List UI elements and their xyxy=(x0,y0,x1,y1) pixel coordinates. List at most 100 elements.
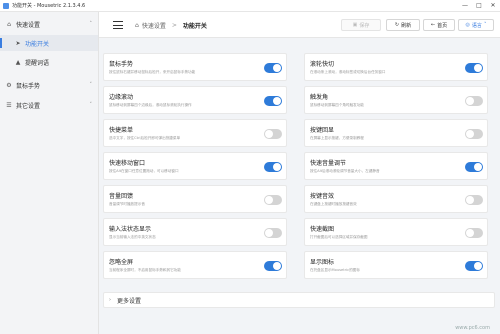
toggle-knob xyxy=(466,229,474,237)
toggle-switch[interactable] xyxy=(465,129,483,139)
toggle-knob xyxy=(466,196,474,204)
toggle-switch[interactable] xyxy=(465,162,483,172)
warning-icon: ▲ xyxy=(15,58,21,66)
window-controls: — □ ✕ xyxy=(458,0,500,12)
save-icon: ▣ xyxy=(352,22,358,28)
sliders-icon: ☰ xyxy=(6,101,12,109)
toggle-knob xyxy=(273,262,281,270)
toggle-description: 按住鼠标右键并移动鼠标后松开，来开启鼠标手势功能 xyxy=(109,70,196,74)
toggle-title: 忽略全屏 xyxy=(109,259,134,266)
toggle-knob xyxy=(466,97,474,105)
refresh-button[interactable]: ↻ 刷新 xyxy=(386,19,420,31)
minimize-button[interactable]: — xyxy=(458,0,472,12)
sidebar-item-reminder-words[interactable]: ▲ 提醒词语 xyxy=(0,54,98,70)
language-label: 语言 xyxy=(471,22,482,29)
toolbar: ⌂ 快速设置 > 功能开关 ▣ 保存 ↻ 刷新 ← 首页 ◎ 语言 ˅ xyxy=(99,12,500,38)
sidebar: ⌂ 快速设置 ˄ ➤ 功能开关 ▲ 提醒词语 ⚙ 鼠标手势 ˅ ☰ 其它设置 ˅ xyxy=(0,12,99,334)
sidebar-item-label: 快速设置 xyxy=(16,21,41,29)
toggle-switch[interactable] xyxy=(264,96,282,106)
home-icon[interactable]: ⌂ xyxy=(135,22,139,29)
window-title: 功能开关 - Mousetric 2.1.3.4.6 xyxy=(12,3,86,9)
toggle-card-volume-adjust: 快速音量调节 按住Alt后滚动滚轮调节音量大小，左键静音 xyxy=(304,152,488,180)
chevron-down-icon: ˅ xyxy=(89,82,93,88)
sidebar-item-label: 功能开关 xyxy=(25,40,50,48)
toggle-knob xyxy=(273,163,281,171)
chevron-right-icon: › xyxy=(109,297,111,303)
close-button[interactable]: ✕ xyxy=(486,0,500,12)
toggle-switch[interactable] xyxy=(264,63,282,73)
toggle-card-ime-status: 输入法状态显示 显示当前输入法的中英文状态 xyxy=(103,218,287,246)
breadcrumb-separator: > xyxy=(171,21,177,29)
toggle-card-ignore-fullscreen: 忽略全屏 当前程序全屏时，不启用鼠标手势和其它功能 xyxy=(103,251,287,279)
toggle-title: 快速音量调节 xyxy=(310,160,347,167)
toggle-title: 快速截图 xyxy=(310,226,335,233)
send-icon: ➤ xyxy=(15,39,21,47)
toggle-knob xyxy=(474,64,482,72)
toggle-card-quick-screenshot: 快速截图 打开截图后可以选择区域并保存截图 xyxy=(304,218,488,246)
menu-icon[interactable] xyxy=(113,21,123,29)
toggle-title: 输入法状态显示 xyxy=(109,226,152,233)
maximize-button[interactable]: □ xyxy=(472,0,486,12)
toggle-switch[interactable] xyxy=(465,96,483,106)
toggle-switch[interactable] xyxy=(264,195,282,205)
home-icon: ⌂ xyxy=(7,20,11,28)
language-dropdown[interactable]: ◎ 语言 ˅ xyxy=(458,19,494,31)
toggle-card-move-window: 快速移动窗口 按住Alt在窗口任意位置拖动，可以移动窗口 xyxy=(103,152,287,180)
toggle-title: 触发角 xyxy=(310,94,329,101)
watermark: www.pc6.com xyxy=(455,325,490,331)
toggle-knob xyxy=(265,196,273,204)
chevron-up-icon: ˄ xyxy=(89,21,93,27)
toggle-title: 快捷菜单 xyxy=(109,127,134,134)
toggle-title: 按键音效 xyxy=(310,193,335,200)
toggle-card-show-icon: 显示图标 在托盘区显示Mousetric的图标 xyxy=(304,251,488,279)
more-settings-row[interactable]: › 更多设置 xyxy=(103,292,495,308)
title-bar: 功能开关 - Mousetric 2.1.3.4.6 — □ ✕ xyxy=(0,0,500,12)
toggle-card-quick-menu: 快捷菜单 选中文字，按住Ctrl后松开即可弹出快捷菜单 xyxy=(103,119,287,147)
toggle-switch[interactable] xyxy=(465,63,483,73)
save-label: 保存 xyxy=(359,22,370,29)
chevron-down-icon: ˅ xyxy=(89,102,93,108)
toggle-description: 打开截图后可以选择区域并保存截图 xyxy=(310,235,368,239)
toggle-knob xyxy=(474,262,482,270)
toggle-card-key-echo: 按键回显 在屏幕上显示按键，方便录制教程 xyxy=(304,119,488,147)
toggle-title: 边缘滚动 xyxy=(109,94,134,101)
toggle-description: 鼠标移动到屏幕四个角时触发功能 xyxy=(310,103,364,107)
toggle-switch[interactable] xyxy=(264,129,282,139)
save-button[interactable]: ▣ 保存 xyxy=(341,19,381,31)
toggle-card-wheel-switch: 滚轮快切 在滚动条上滚动，滚动标签或切换后台任务窗口 xyxy=(304,53,488,81)
toggle-knob xyxy=(273,97,281,105)
toggle-card-volume-feedback: 音量回馈 音量调节时播放提示音 xyxy=(103,185,287,213)
toggle-switch[interactable] xyxy=(465,195,483,205)
toggle-title: 鼠标手势 xyxy=(109,61,134,68)
breadcrumb-parent[interactable]: 快速设置 xyxy=(142,21,166,30)
toggle-knob xyxy=(273,64,281,72)
toggle-switch[interactable] xyxy=(264,228,282,238)
sidebar-item-quick-settings[interactable]: ⌂ 快速设置 ˄ xyxy=(0,16,98,32)
toggle-switch[interactable] xyxy=(264,261,282,271)
toggle-description: 按住Alt在窗口任意位置拖动，可以移动窗口 xyxy=(109,169,179,173)
sidebar-item-label: 其它设置 xyxy=(16,102,41,110)
toggle-knob xyxy=(474,163,482,171)
gear-icon: ⚙ xyxy=(6,81,12,89)
home-label: 首页 xyxy=(437,22,448,29)
toggle-card-edge-scroll: 边缘滚动 鼠标移动到屏幕四个边缘后，滚动鼠标滚轮执行操作 xyxy=(103,86,287,114)
refresh-icon: ↻ xyxy=(394,22,400,28)
toggle-switch[interactable] xyxy=(264,162,282,172)
globe-icon: ◎ xyxy=(465,22,470,28)
sidebar-item-mouse-gesture[interactable]: ⚙ 鼠标手势 ˅ xyxy=(0,77,98,93)
toggle-title: 滚轮快切 xyxy=(310,61,335,68)
toggle-description: 显示当前输入法的中英文状态 xyxy=(109,235,156,239)
breadcrumb-current: 功能开关 xyxy=(182,22,207,30)
sidebar-item-feature-switch[interactable]: ➤ 功能开关 xyxy=(0,35,98,51)
home-button[interactable]: ← 首页 xyxy=(423,19,455,31)
toggle-description: 在屏幕上显示按键，方便录制教程 xyxy=(310,136,364,140)
arrow-left-icon: ← xyxy=(430,22,436,28)
toggle-card-key-sound: 按键音效 在键盘上按键时播放按键音效 xyxy=(304,185,488,213)
toggle-switch[interactable] xyxy=(465,228,483,238)
toggle-knob xyxy=(265,130,273,138)
toggle-description: 鼠标移动到屏幕四个边缘后，滚动鼠标滚轮执行操作 xyxy=(109,103,192,107)
sidebar-item-other-settings[interactable]: ☰ 其它设置 ˅ xyxy=(0,97,98,113)
toggle-switch[interactable] xyxy=(465,261,483,271)
toggle-card-hot-corner: 触发角 鼠标移动到屏幕四个角时触发功能 xyxy=(304,86,488,114)
toggle-description: 在键盘上按键时播放按键音效 xyxy=(310,202,357,206)
